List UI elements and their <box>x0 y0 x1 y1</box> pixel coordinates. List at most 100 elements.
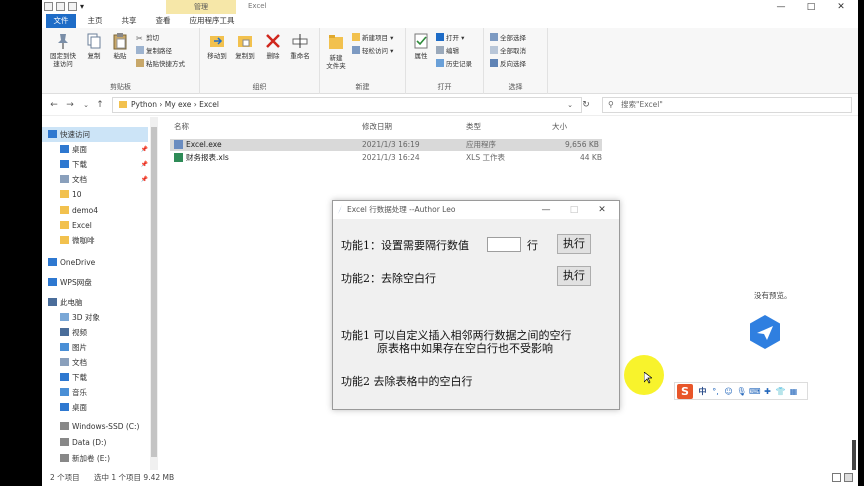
sogou-logo-icon[interactable]: S <box>677 384 693 399</box>
nav-scrollbar[interactable] <box>150 117 158 470</box>
close-button[interactable]: ✕ <box>830 1 852 13</box>
sidebar-item[interactable]: 音乐 <box>42 385 148 400</box>
sidebar-item[interactable]: 快速访问 <box>42 127 148 142</box>
invert-selection-button[interactable]: 反向选择 <box>490 59 526 69</box>
new-group-label: 新建 <box>355 83 370 91</box>
sidebar-item[interactable]: 10 <box>42 187 148 202</box>
up-arrow-icon[interactable]: ↑ <box>94 99 106 111</box>
new-item-button[interactable]: 新建项目 ▾ <box>352 33 393 43</box>
edit-button[interactable]: 编辑 <box>436 46 459 56</box>
sidebar-item[interactable]: Excel <box>42 218 148 233</box>
sidebar-item-label: demo4 <box>72 206 99 215</box>
sidebar-item[interactable]: 文档 <box>42 355 148 370</box>
sidebar-item[interactable]: 3D 对象 <box>42 310 148 325</box>
select-all-button[interactable]: 全部选择 <box>490 33 526 43</box>
copy-to-button[interactable]: 复制到 <box>232 32 258 60</box>
tab-share[interactable]: 共享 <box>114 14 144 28</box>
chevron-down-icon[interactable]: ▾ <box>80 2 89 11</box>
sidebar-item[interactable]: 下载 📌 <box>42 157 148 172</box>
dialog-close-button[interactable]: ✕ <box>591 201 613 219</box>
video-letterbox-left <box>0 0 42 486</box>
dialog-title: Excel 行数据处理 --Author Leo <box>347 205 456 214</box>
properties-icon[interactable] <box>56 2 65 11</box>
sidebar-item[interactable]: Data (D:) <box>42 435 148 450</box>
dialog-minimize-button[interactable]: — <box>535 201 557 219</box>
refresh-icon[interactable]: ↻ <box>580 99 592 111</box>
copy-button[interactable]: 复制 <box>82 32 106 60</box>
paste-button[interactable]: 粘贴 <box>108 32 132 60</box>
column-header-type[interactable]: 类型 <box>466 121 481 132</box>
sidebar-item-label: WPS网盘 <box>60 278 92 287</box>
sidebar-item-label: 下载 <box>72 160 87 169</box>
tiles-view-icon[interactable] <box>844 473 853 482</box>
keyboard-icon[interactable]: ⌨ <box>749 385 761 398</box>
forward-arrow-icon[interactable]: → <box>64 99 76 111</box>
delete-button[interactable]: 删除 <box>262 32 284 60</box>
select-group-label: 选择 <box>508 83 523 91</box>
sidebar-item-label: 图片 <box>72 343 87 352</box>
sidebar-item[interactable]: 图片 <box>42 340 148 355</box>
sidebar-item[interactable]: 微咖啡 <box>42 233 148 248</box>
punctuation-icon[interactable]: °, <box>710 385 721 398</box>
minimize-button[interactable]: — <box>770 1 792 13</box>
details-view-icon[interactable] <box>832 473 841 482</box>
microphone-icon[interactable]: 🎙 <box>736 385 747 398</box>
column-header-name[interactable]: 名称 <box>174 121 189 132</box>
properties-button[interactable]: 属性 <box>410 32 432 60</box>
pin-quick-access-button[interactable]: 固定到快 速访问 <box>46 32 80 68</box>
download-icon <box>60 160 69 168</box>
sidebar-item-label: 10 <box>72 190 82 199</box>
select-none-button[interactable]: 全部取消 <box>490 46 526 56</box>
sidebar-item[interactable]: 桌面 <box>42 400 148 415</box>
open-button[interactable]: 打开 ▾ <box>436 33 464 43</box>
skin-icon[interactable]: 👕 <box>775 385 786 398</box>
column-header-size[interactable]: 大小 <box>552 121 567 132</box>
execute-button-1[interactable]: 执行 <box>557 234 591 254</box>
maximize-button[interactable]: □ <box>800 1 822 13</box>
nav-scrollbar-thumb[interactable] <box>151 127 157 457</box>
sidebar-item[interactable]: demo4 <box>42 203 148 218</box>
search-input[interactable]: ⚲ 搜索"Excel" <box>602 97 852 113</box>
tab-file[interactable]: 文件 <box>46 14 76 28</box>
history-button[interactable]: 历史记录 <box>436 59 472 69</box>
sidebar-item[interactable]: OneDrive <box>42 255 148 270</box>
back-arrow-icon[interactable]: ← <box>48 99 60 111</box>
folder-icon[interactable] <box>44 2 53 11</box>
dialog-maximize-button[interactable]: □ <box>563 201 585 219</box>
tab-home[interactable]: 主页 <box>80 14 110 28</box>
address-dropdown-icon[interactable]: ⌄ <box>564 99 576 111</box>
execute-button-2[interactable]: 执行 <box>557 266 591 286</box>
row-interval-input[interactable] <box>487 237 521 252</box>
address-path-field[interactable]: Python › My exe › Excel <box>112 97 582 113</box>
emoji-icon[interactable]: ☺ <box>723 385 734 398</box>
menu-grid-icon[interactable]: ▦ <box>788 385 799 398</box>
sidebar-item[interactable]: Windows-SSD (C:) <box>42 419 148 434</box>
preview-scrollbar[interactable] <box>850 440 858 470</box>
tab-app-tools[interactable]: 应用程序工具 <box>182 14 242 28</box>
new-folder-button[interactable]: 新建 文件夹 <box>322 32 350 70</box>
table-row[interactable]: Excel.exe 2021/1/3 16:19 应用程序 9,656 KB <box>170 139 602 151</box>
cut-button[interactable]: ✂ 剪切 <box>136 33 159 43</box>
sidebar-item[interactable]: 文档 📌 <box>42 172 148 187</box>
table-row[interactable]: 财务报表.xls 2021/1/3 16:24 XLS 工作表 44 KB <box>170 152 602 164</box>
tab-view[interactable]: 查看 <box>148 14 178 28</box>
tools-icon[interactable]: ✚ <box>762 385 773 398</box>
new-folder-icon[interactable] <box>68 2 77 11</box>
move-to-button[interactable]: 移动到 <box>204 32 230 60</box>
sidebar-item[interactable]: 下载 <box>42 370 148 385</box>
select-none-icon <box>490 46 498 54</box>
easy-access-button[interactable]: 轻松访问 ▾ <box>352 46 393 56</box>
manage-context-tab[interactable]: 管理 <box>166 0 236 14</box>
recent-locations-icon[interactable]: ⌄ <box>80 99 92 111</box>
sidebar-item[interactable]: 新加卷 (E:) <box>42 451 148 466</box>
ime-mode-toggle[interactable]: 中 <box>697 385 708 398</box>
sidebar-item[interactable]: 视频 <box>42 325 148 340</box>
rename-button[interactable]: 重命名 <box>286 32 314 60</box>
sidebar-item[interactable]: 桌面 📌 <box>42 142 148 157</box>
sidebar-item[interactable]: 此电脑 <box>42 295 148 310</box>
music-icon <box>60 388 69 396</box>
copy-path-button[interactable]: 复制路径 <box>136 46 172 56</box>
sidebar-item[interactable]: WPS网盘 <box>42 275 148 290</box>
column-header-modified[interactable]: 修改日期 <box>362 121 392 132</box>
paste-shortcut-button[interactable]: 粘贴快捷方式 <box>136 59 185 69</box>
